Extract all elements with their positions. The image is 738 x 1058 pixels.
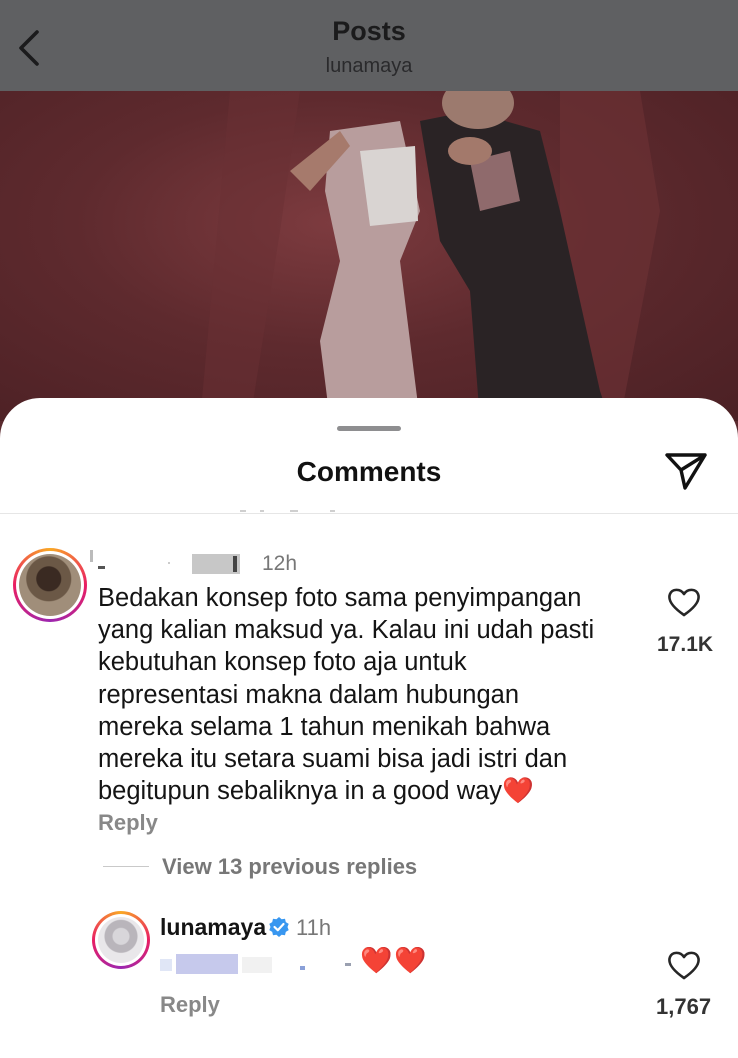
share-button[interactable]	[660, 448, 712, 494]
reply-like-button[interactable]	[664, 947, 704, 983]
post-author-username[interactable]: lunamaya	[0, 55, 738, 78]
heart-outline-icon	[668, 588, 700, 617]
reply-avatar[interactable]	[92, 911, 150, 969]
post-photo	[0, 91, 738, 421]
comment-time: 12h	[262, 552, 298, 575]
comment-text: Bedakan konsep foto sama penyimpangan ya…	[98, 584, 595, 806]
comments-title: Comments	[296, 456, 442, 487]
top-bar: Posts lunamaya	[0, 0, 738, 91]
reply-text: ❤️❤️	[360, 945, 429, 975]
post-photo-image	[200, 91, 660, 421]
reply-username[interactable]: lunamaya	[160, 914, 266, 941]
comments-sheet: Comments 12h Bedakan konsep foto sama pe…	[0, 398, 738, 1058]
commenter-avatar[interactable]	[13, 548, 87, 622]
redacted-mention	[160, 954, 351, 974]
like-button[interactable]	[664, 584, 704, 620]
red-heart-emoji: ❤️	[502, 777, 534, 806]
verified-badge-icon	[269, 917, 289, 937]
reply-like-count: 1,767	[656, 994, 712, 1019]
redacted-username	[90, 550, 240, 574]
heart-outline-icon	[668, 951, 700, 980]
replies-divider-line	[103, 866, 149, 867]
reply-reply-button[interactable]: Reply	[160, 992, 220, 1018]
send-icon	[665, 453, 707, 490]
page-title: Posts	[332, 16, 406, 46]
view-previous-replies[interactable]: View 13 previous replies	[162, 854, 417, 880]
sheet-drag-handle[interactable]	[337, 426, 401, 431]
cropped-content-fragment	[240, 510, 335, 512]
reply-time: 11h	[296, 915, 332, 940]
reply-button[interactable]: Reply	[98, 810, 158, 836]
like-count: 17.1K	[657, 633, 714, 656]
